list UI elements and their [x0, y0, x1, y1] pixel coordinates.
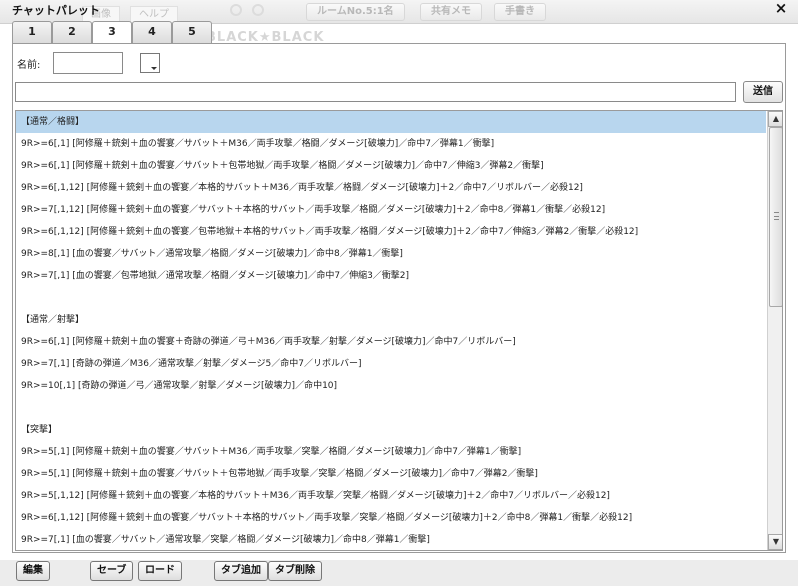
background-room-button: ルームNo.5:1名 [306, 3, 405, 21]
background-draw-button: 手書き [494, 3, 546, 21]
palette-line[interactable]: 【突撃】 [16, 419, 766, 441]
palette-line[interactable]: 【通常／射撃】 [16, 309, 766, 331]
tab-4[interactable]: 4 [132, 21, 172, 43]
send-button[interactable]: 送信 [743, 81, 783, 103]
tab-3[interactable]: 3 [92, 21, 132, 44]
add-tab-button[interactable]: タブ追加 [214, 561, 268, 581]
palette-line[interactable]: 9R>=7[,1] [血の饗宴／包帯地獄／通常攻撃／格闘／ダメージ[破壊力]／命… [16, 265, 766, 287]
palette-line[interactable]: 9R>=6[,1] [阿修羅＋銃剣＋血の饗宴＋奇跡の弾道／弓＋M36／両手攻撃／… [16, 331, 766, 353]
name-label: 名前: [17, 60, 41, 71]
palette-line[interactable]: 9R>=6[,1,12] [阿修羅＋銃剣＋血の饗宴／サバット＋本格的サバット／両… [16, 507, 766, 529]
palette-line[interactable]: 【通常／格闘】 [16, 111, 766, 133]
palette-list[interactable]: 【通常／格闘】 9R>=6[,1] [阿修羅＋銃剣＋血の饗宴／サバット＋M36／両… [15, 110, 783, 551]
scroll-up-arrow-icon[interactable]: ▲ [768, 111, 782, 127]
palette-line[interactable]: 9R>=6[,1] [阿修羅＋銃剣＋血の饗宴／サバット＋包帯地獄／両手攻撃／格闘… [16, 155, 766, 177]
palette-line[interactable]: 9R>=6[,1] [阿修羅＋銃剣＋血の饗宴／サバット＋M36／両手攻撃／格闘／… [16, 133, 766, 155]
palette-blank-line [16, 397, 766, 419]
palette-line[interactable]: 9R>=7[,1] [血の饗宴／サバット／通常攻撃／突撃／格闘／ダメージ[破壊力… [16, 529, 766, 550]
tab-5[interactable]: 5 [172, 21, 212, 43]
palette-line[interactable]: 9R>=6[,1,12] [阿修羅＋銃剣＋血の饗宴／本格的サバット＋M36／両手… [16, 177, 766, 199]
tab-1[interactable]: 1 [12, 21, 52, 43]
edit-button[interactable]: 編集 [16, 561, 50, 581]
background-memo-button: 共有メモ [420, 3, 482, 21]
tab-2[interactable]: 2 [52, 21, 92, 43]
zoom-icon [230, 4, 242, 16]
palette-line[interactable]: 9R>=10[,1] [奇跡の弾道／弓／通常攻撃／射撃／ダメージ[破壊力]／命中… [16, 375, 766, 397]
color-picker-button[interactable] [140, 53, 160, 73]
palette-line[interactable]: 9R>=5[,1,12] [阿修羅＋銃剣＋血の饗宴／本格的サバット＋M36／両手… [16, 485, 766, 507]
palette-line[interactable]: 9R>=5[,1] [阿修羅＋銃剣＋血の饗宴／サバット＋M36／両手攻撃／突撃／… [16, 441, 766, 463]
zoom-out-icon [252, 4, 264, 16]
palette-blank-line [16, 287, 766, 309]
load-button[interactable]: ロード [138, 561, 182, 581]
close-icon[interactable]: × [772, 0, 790, 17]
save-button[interactable]: セーブ [90, 561, 134, 581]
palette-panel: 名前: 送信 【通常／格闘】 9R>=6[,1] [阿修羅＋銃剣＋血の饗宴／サバッ… [12, 43, 786, 553]
palette-line[interactable]: 9R>=7[,1,12] [阿修羅＋銃剣＋血の饗宴／サバット＋本格的サバット／両… [16, 199, 766, 221]
background-tab-help: ヘルプ [130, 6, 178, 22]
scrollbar[interactable]: ▲ ▼ [767, 111, 782, 550]
palette-line[interactable]: 9R>=6[,1,12] [阿修羅＋銃剣＋血の饗宴／包帯地獄＋本格的サバット／両… [16, 221, 766, 243]
palette-line[interactable]: 9R>=5[,1] [阿修羅＋銃剣＋血の饗宴／サバット＋包帯地獄／両手攻撃／突撃… [16, 463, 766, 485]
grip-icon [774, 212, 779, 220]
palette-line[interactable]: 9R>=8[,1] [血の饗宴／サバット／通常攻撃／格闘／ダメージ[破壊力]／命… [16, 243, 766, 265]
delete-tab-button[interactable]: タブ削除 [268, 561, 322, 581]
scroll-down-arrow-icon[interactable]: ▼ [768, 534, 782, 550]
scroll-thumb[interactable] [769, 127, 782, 307]
name-input[interactable] [53, 52, 123, 74]
message-input[interactable] [15, 82, 736, 102]
window-title: チャットパレット [12, 4, 100, 17]
palette-line[interactable]: 9R>=7[,1] [奇跡の弾道／M36／通常攻撃／射撃／ダメージ5／命中7／リ… [16, 353, 766, 375]
